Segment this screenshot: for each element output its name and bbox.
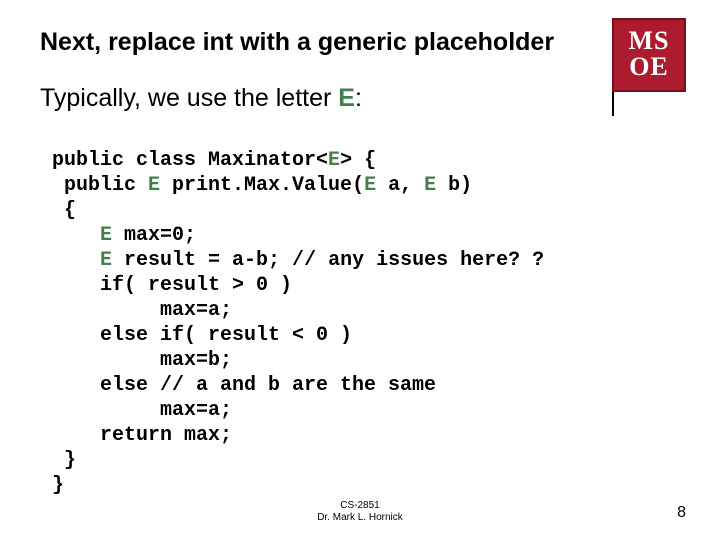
code-text: public bbox=[52, 174, 148, 197]
footer-course: CS-2851 bbox=[340, 500, 379, 511]
code-text: public class Maxinator< bbox=[52, 149, 328, 172]
code-text: } bbox=[52, 449, 76, 472]
subtitle-pre: Typically, we use the letter bbox=[40, 84, 338, 112]
code-generic: E bbox=[424, 174, 436, 197]
code-text: max=a; bbox=[52, 399, 232, 422]
code-block: public class Maxinator<E> { public E pri… bbox=[52, 148, 544, 498]
code-text: { bbox=[52, 199, 76, 222]
code-text: max=a; bbox=[52, 299, 232, 322]
code-text: max=b; bbox=[52, 349, 232, 372]
code-text: b) bbox=[436, 174, 472, 197]
code-generic: E bbox=[328, 149, 340, 172]
subtitle-letter: E bbox=[338, 84, 355, 112]
code-text: else // a and b are the same bbox=[52, 374, 436, 397]
code-text: else if( result < 0 ) bbox=[52, 324, 352, 347]
logo-text: MS OE bbox=[612, 18, 686, 92]
code-text bbox=[52, 249, 100, 272]
code-text: result = a-b; // any issues here? ? bbox=[112, 249, 544, 272]
code-generic: E bbox=[100, 224, 112, 247]
code-text: max=0; bbox=[112, 224, 196, 247]
logo-line2: OE bbox=[629, 52, 669, 81]
slide: Next, replace int with a generic placeho… bbox=[0, 0, 720, 540]
code-text: } bbox=[52, 474, 64, 497]
code-text: print.Max.Value( bbox=[160, 174, 364, 197]
code-generic: E bbox=[148, 174, 160, 197]
slide-title: Next, replace int with a generic placeho… bbox=[40, 28, 554, 57]
msoe-logo: MS OE bbox=[612, 18, 686, 92]
code-generic: E bbox=[100, 249, 112, 272]
code-text: a, bbox=[376, 174, 424, 197]
code-text: if( result > 0 ) bbox=[52, 274, 292, 297]
page-number: 8 bbox=[677, 504, 686, 522]
code-text bbox=[52, 224, 100, 247]
slide-footer: CS-2851 Dr. Mark L. Hornick bbox=[0, 500, 720, 524]
logo-line1: MS bbox=[629, 26, 670, 55]
footer-author: Dr. Mark L. Hornick bbox=[317, 512, 403, 523]
slide-subtitle: Typically, we use the letter E: bbox=[40, 84, 362, 113]
code-generic: E bbox=[364, 174, 376, 197]
code-text: return max; bbox=[52, 424, 232, 447]
subtitle-post: : bbox=[355, 84, 362, 112]
code-text: > { bbox=[340, 149, 376, 172]
